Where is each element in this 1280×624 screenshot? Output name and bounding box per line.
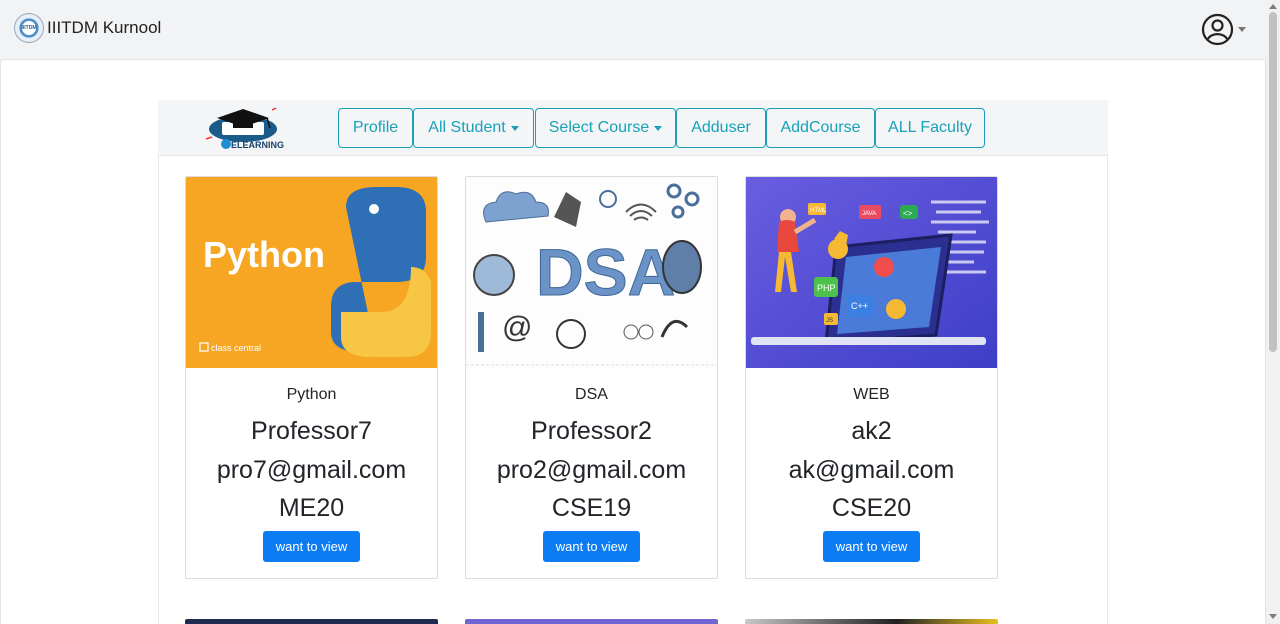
brand-name: IIITDM Kurnool: [47, 18, 162, 37]
python-course-image: Python class central: [186, 177, 437, 368]
profile-button[interactable]: Profile: [338, 108, 413, 148]
python-image-title: Python: [203, 234, 325, 275]
course-code: CSE20: [831, 494, 912, 522]
professor-name: Professor2: [531, 417, 652, 445]
profile-button-label: Profile: [352, 119, 399, 136]
course-code: CSE19: [551, 494, 632, 522]
addcourse-button-label: AddCourse: [780, 119, 861, 136]
addcourse-button[interactable]: AddCourse: [766, 108, 875, 148]
python-image-footer: class central: [211, 343, 261, 353]
page-scrollbar[interactable]: [1266, 0, 1280, 624]
chevron-down-icon: [510, 125, 519, 131]
select-course-label: Select Course: [548, 119, 650, 136]
professor-name: Professor7: [251, 417, 372, 445]
brand[interactable]: IIITDM IIITDM Kurnool: [14, 13, 161, 43]
js-tag: JS: [826, 318, 833, 324]
cpp-tag: C++: [851, 301, 868, 311]
all-faculty-button-label: ALL Faculty: [888, 119, 972, 136]
user-avatar-icon: [1201, 13, 1234, 46]
want-to-view-button[interactable]: want to view: [263, 531, 360, 562]
course-card-partial: [185, 619, 438, 624]
course-name: WEB: [853, 386, 890, 403]
user-menu-toggle[interactable]: [1201, 13, 1246, 46]
dsa-course-image: DSA @: [466, 177, 717, 368]
course-card-partial: [745, 619, 998, 624]
elearning-logo-text: ELEARNING: [231, 140, 284, 150]
course-code: ME20: [278, 494, 345, 522]
adduser-button-label: Adduser: [691, 119, 751, 136]
professor-email: pro2@gmail.com: [496, 456, 687, 484]
course-name: DSA: [575, 386, 608, 403]
php-tag: PHP: [817, 283, 836, 293]
html-tag: HTML: [810, 208, 827, 214]
java-tag: JAVA: [862, 211, 876, 217]
chevron-down-icon: [1238, 27, 1246, 32]
course-card-dsa: DSA @ DSA Professor2 pro2@gmail.com CSE1…: [465, 176, 718, 579]
institute-logo-text: IIITDM: [21, 25, 37, 31]
want-to-view-button[interactable]: want to view: [543, 531, 640, 562]
scroll-down-arrow-icon[interactable]: [1269, 614, 1277, 619]
institute-logo: IIITDM: [14, 13, 44, 43]
want-to-view-button[interactable]: want to view: [823, 531, 920, 562]
adduser-button[interactable]: Adduser: [676, 108, 766, 148]
professor-name: ak2: [851, 417, 892, 445]
dsa-image-title: DSA: [536, 235, 675, 309]
course-card-web: HTML JAVA <> PHP C++ JS WEB ak2 ak@gmail…: [745, 176, 998, 579]
code-tag: <>: [903, 209, 913, 218]
scrollbar-thumb[interactable]: [1269, 12, 1277, 352]
select-course-dropdown[interactable]: Select Course: [535, 108, 676, 148]
all-faculty-button[interactable]: ALL Faculty: [875, 108, 985, 148]
web-course-image: HTML JAVA <> PHP C++ JS: [746, 177, 997, 368]
professor-email: pro7@gmail.com: [216, 456, 407, 484]
course-card-python: Python class central Python Professor7 p…: [185, 176, 438, 579]
course-card-partial: [465, 619, 718, 624]
course-name: Python: [286, 386, 337, 403]
all-student-label: All Student: [428, 119, 506, 136]
top-navbar: IIITDM IIITDM Kurnool: [0, 0, 1266, 58]
scroll-up-arrow-icon[interactable]: [1269, 4, 1277, 9]
chevron-down-icon: [654, 125, 663, 131]
course-navbar: ELEARNING Profile All Student Select Cou…: [158, 100, 1108, 156]
all-student-dropdown[interactable]: All Student: [413, 108, 534, 148]
elearning-logo[interactable]: ELEARNING: [188, 106, 298, 150]
svg-text:@: @: [502, 311, 532, 344]
professor-email: ak@gmail.com: [788, 456, 955, 484]
